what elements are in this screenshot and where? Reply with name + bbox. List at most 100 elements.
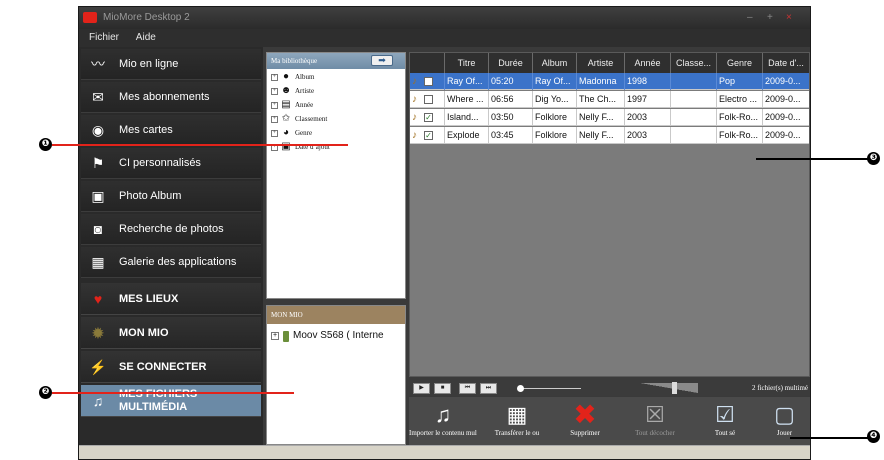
delete-button[interactable]: ✖ Supprimer: [551, 399, 619, 445]
delete-label: Supprimer: [570, 429, 600, 437]
category-label: SE CONNECTER: [119, 361, 207, 373]
cell-genre: Electro ...: [716, 91, 762, 108]
import-music-icon: ♫: [434, 402, 452, 427]
flag-icon: ⚑: [91, 155, 105, 171]
volume-slider[interactable]: [640, 382, 698, 394]
table-row[interactable]: ♪ ✓ Island... 03:50 Folklore Nelly F... …: [410, 109, 809, 126]
connect-icon: ⚡: [89, 359, 107, 375]
cell-classement: [670, 91, 716, 108]
expand-icon[interactable]: +: [271, 74, 278, 81]
tree-item-label: Date d’ajout: [295, 143, 330, 151]
stop-icon[interactable]: ■: [434, 383, 451, 394]
table-row[interactable]: ♪ Ray Of... 05:20 Ray Of... Madonna 1998…: [410, 73, 809, 90]
callout-2-line: [52, 392, 294, 394]
arrow-right-icon[interactable]: ➡: [371, 55, 393, 66]
seek-slider[interactable]: [517, 385, 581, 392]
import-label: Importer le contenu multim: [409, 429, 477, 437]
expand-icon[interactable]: +: [271, 332, 279, 340]
column-artiste[interactable]: Artiste: [576, 53, 624, 73]
sidebar-category-mes-fichiers-multimedia[interactable]: ♫ MES FICHIERS MULTIMÉDIA: [81, 385, 261, 417]
callout-1-marker: ❶: [39, 138, 52, 151]
tree-item-date-ajout[interactable]: + ▣ Date d’ajout: [271, 140, 405, 154]
column-duree[interactable]: Durée: [488, 53, 532, 73]
menu-aide[interactable]: Aide: [136, 32, 156, 43]
tree-item-album[interactable]: + ● Album: [271, 70, 405, 84]
column-annee[interactable]: Année: [624, 53, 670, 73]
volume-knob[interactable]: [672, 382, 677, 394]
sidebar: 〰 Mio en ligne ✉ Mes abonnements ◉ Mes c…: [79, 47, 263, 445]
sidebar-item-mes-cartes[interactable]: ◉ Mes cartes: [81, 115, 261, 146]
minimize-button[interactable]: –: [747, 7, 753, 29]
library-panel: Ma bibliothèque ➡ + ● Album + ☻ Artiste …: [266, 52, 406, 299]
sidebar-category-mes-lieux[interactable]: ♥ MES LIEUX: [81, 283, 261, 315]
uncheck-all-button[interactable]: ☒ Tout décocher: [621, 399, 689, 445]
row-checkbox[interactable]: [424, 95, 433, 104]
column-titre[interactable]: Titre: [444, 53, 488, 73]
play-file-icon: ▢: [774, 402, 795, 427]
expand-icon[interactable]: +: [271, 102, 278, 109]
maximize-button[interactable]: +: [767, 7, 773, 29]
sidebar-item-photo-album[interactable]: ▣ Photo Album: [81, 181, 261, 212]
play-icon[interactable]: ▶: [413, 383, 430, 394]
column-genre[interactable]: Genre: [716, 53, 762, 73]
sidebar-item-label: Mio en ligne: [119, 58, 179, 70]
uncheck-label: Tout décocher: [635, 429, 675, 437]
sidebar-item-ci-personnalises[interactable]: ⚑ CI personnalisés: [81, 148, 261, 179]
cell-classement: [670, 127, 716, 144]
check-all-icon: ☑: [715, 402, 735, 427]
category-label: MES LIEUX: [119, 293, 179, 305]
music-icon: ♫: [92, 393, 104, 409]
cell-classement: [670, 73, 716, 90]
device-item[interactable]: + Moov S568 ( Interne: [267, 328, 405, 344]
tree-item-annee[interactable]: + ▤ Année: [271, 98, 405, 112]
row-checkbox[interactable]: [424, 77, 433, 86]
player-bar: ▶ ■ ⏮ ⏭ 2 fichier(s) multimé: [409, 380, 810, 396]
sidebar-item-galerie-des-applications[interactable]: ▦ Galerie des applications: [81, 247, 261, 278]
title-bar: MioMore Desktop 2 – + ×: [79, 7, 810, 29]
cell-artiste: The Ch...: [576, 91, 624, 108]
column-classement[interactable]: Classe...: [670, 53, 716, 73]
table-row[interactable]: ♪ Where ... 06:56 Dig Yo... The Ch... 19…: [410, 91, 809, 108]
sidebar-item-mes-abonnements[interactable]: ✉ Mes abonnements: [81, 82, 261, 113]
transfer-button[interactable]: ▦ Transférer le ou: [483, 399, 551, 445]
menu-fichier[interactable]: Fichier: [89, 32, 119, 43]
wave-icon: 〰: [91, 56, 105, 72]
photo-album-icon: ▣: [91, 188, 105, 204]
gear-icon: ✹: [92, 325, 104, 341]
seek-knob[interactable]: [517, 385, 524, 392]
table-header: Titre Durée Album Artiste Année Classe..…: [410, 53, 809, 73]
check-all-button[interactable]: ☑ Tout sé: [691, 399, 759, 445]
cell-artiste: Nelly F...: [576, 127, 624, 144]
cell-date: 2009-0...: [762, 109, 809, 126]
action-toolbar: ♫ Importer le contenu multim ▦ Transfére…: [409, 397, 810, 445]
file-count-status: 2 fichier(s) multimé: [752, 384, 808, 392]
callout-4-marker: ❹: [867, 430, 880, 443]
close-button[interactable]: ×: [786, 7, 792, 29]
next-icon[interactable]: ⏭: [480, 383, 497, 394]
row-checkbox[interactable]: ✓: [424, 131, 433, 140]
column-album[interactable]: Album: [532, 53, 576, 73]
sidebar-item-mio-en-ligne[interactable]: 〰 Mio en ligne: [81, 49, 261, 80]
tree-item-genre[interactable]: + ◕ Genre: [271, 126, 405, 140]
music-note-icon: ♪: [412, 94, 417, 105]
tree-item-label: Artiste: [295, 87, 315, 95]
check-all-label: Tout sé: [714, 429, 736, 437]
row-checkbox[interactable]: ✓: [424, 113, 433, 122]
sidebar-category-se-connecter[interactable]: ⚡ SE CONNECTER: [81, 351, 261, 383]
previous-icon[interactable]: ⏮: [459, 383, 476, 394]
cell-annee: 1998: [624, 73, 670, 90]
expand-icon[interactable]: +: [271, 130, 278, 137]
import-button[interactable]: ♫ Importer le contenu multim: [409, 399, 477, 445]
music-note-icon: ♪: [412, 112, 417, 123]
column-date[interactable]: Date d'...: [762, 53, 809, 73]
tree-item-artiste[interactable]: + ☻ Artiste: [271, 84, 405, 98]
expand-icon[interactable]: +: [271, 116, 278, 123]
music-note-icon: ♪: [412, 76, 417, 87]
table-row[interactable]: ♪ ✓ Explode 03:45 Folklore Nelly F... 20…: [410, 127, 809, 144]
cell-annee: 2003: [624, 127, 670, 144]
tree-item-classement[interactable]: + ✩ Classement: [271, 112, 405, 126]
expand-icon[interactable]: +: [271, 88, 278, 95]
sidebar-category-mon-mio[interactable]: ✹ MON MIO: [81, 317, 261, 349]
callout-2-marker: ❷: [39, 386, 52, 399]
sidebar-item-recherche-de-photos[interactable]: ◙ Recherche de photos: [81, 214, 261, 245]
